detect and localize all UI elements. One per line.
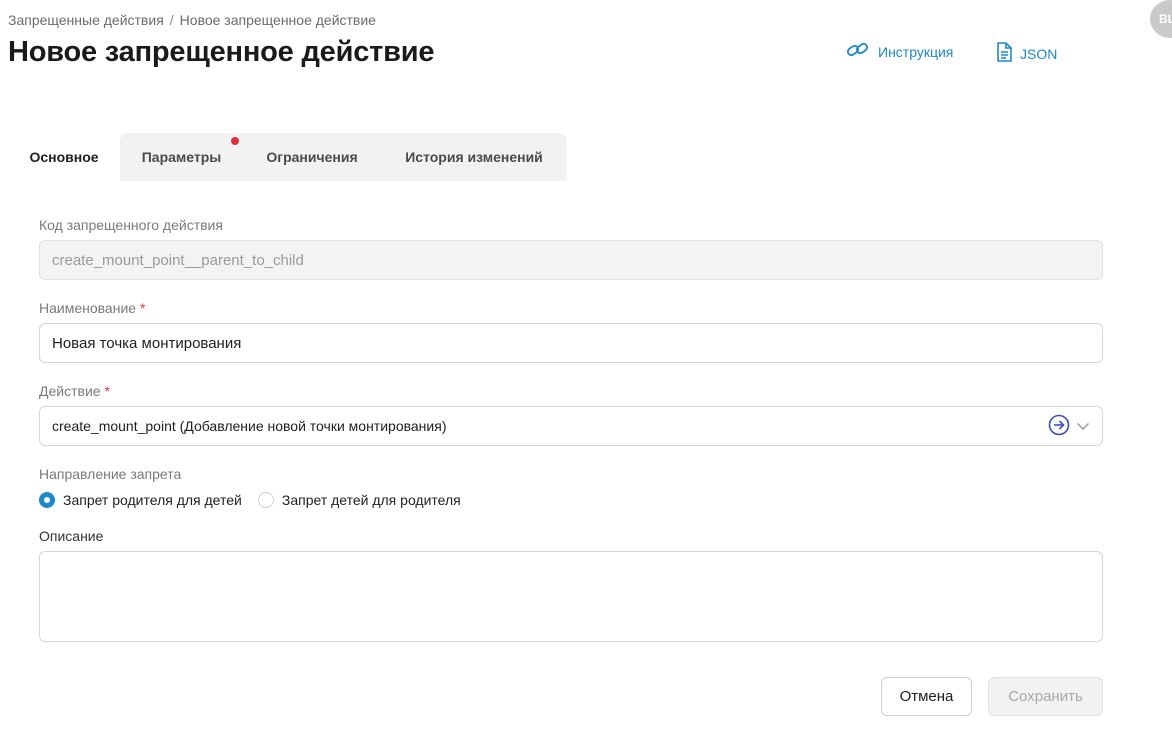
required-mark: * [139, 300, 146, 316]
tab-history[interactable]: История изменений [381, 133, 567, 181]
radio-children-to-parent[interactable]: Запрет детей для родителя [257, 492, 461, 508]
description-textarea[interactable] [39, 551, 1103, 642]
document-icon [996, 42, 1012, 65]
tab-parameters[interactable]: Параметры [120, 133, 243, 181]
name-label: Наименование * [39, 300, 1103, 316]
json-link-label: JSON [1020, 45, 1058, 62]
tab-parameters-label: Параметры [141, 149, 222, 165]
instruction-link[interactable]: Инструкция [846, 42, 953, 61]
chevron-down-icon[interactable] [1076, 418, 1090, 434]
direction-radio-group: Запрет родителя для детей Запрет детей д… [39, 489, 1103, 511]
page-title: Новое запрещенное действие [8, 36, 435, 68]
tab-main[interactable]: Основное [8, 133, 120, 181]
radio-parent-to-children-label: Запрет родителя для детей [63, 492, 242, 508]
name-value: Новая точка монтирования [52, 334, 242, 352]
breadcrumb-separator: / [169, 12, 174, 28]
breadcrumb-parent-link[interactable]: Запрещенные действия [8, 12, 164, 28]
tab-restrictions[interactable]: Ограничения [243, 133, 381, 181]
radio-unchecked-icon [257, 492, 274, 508]
action-select[interactable]: create_mount_point (Добавление новой точ… [39, 406, 1103, 446]
link-icon [846, 42, 870, 61]
arrow-circle-right-icon[interactable] [1048, 414, 1070, 439]
tab-bar: Основное Параметры Ограничения История и… [8, 133, 567, 181]
main-form: Код запрещенного действия create_mount_p… [39, 217, 1103, 642]
code-value: create_mount_point__parent_to_child [52, 251, 304, 269]
action-label-text: Действие [39, 383, 101, 399]
required-mark: * [104, 383, 110, 399]
save-button[interactable]: Сохранить [988, 677, 1103, 716]
name-field[interactable]: Новая точка монтирования [39, 323, 1103, 363]
instruction-link-label: Инструкция [878, 43, 954, 60]
direction-label: Направление запрета [39, 466, 182, 482]
code-label: Код запрещенного действия [39, 217, 223, 233]
breadcrumb: Запрещенные действия / Новое запрещенное… [8, 12, 376, 28]
breadcrumb-current: Новое запрещенное действие [179, 12, 376, 28]
tab-indicator-dot [231, 137, 239, 145]
radio-children-to-parent-label: Запрет детей для родителя [281, 492, 461, 508]
action-value: create_mount_point (Добавление новой точ… [52, 418, 447, 434]
select-icons [1048, 414, 1090, 439]
tab-restrictions-label: Ограничения [266, 149, 358, 165]
name-label-text: Наименование [39, 300, 137, 316]
cancel-button[interactable]: Отмена [881, 677, 972, 716]
radio-parent-to-children[interactable]: Запрет родителя для детей [39, 492, 242, 508]
tab-main-label: Основное [29, 149, 99, 165]
tab-history-label: История изменений [405, 149, 543, 165]
avatar[interactable]: BL [1150, 0, 1172, 38]
json-link[interactable]: JSON [996, 42, 1057, 65]
action-label: Действие * [39, 383, 1103, 399]
code-field: create_mount_point__parent_to_child [39, 240, 1103, 280]
description-label: Описание [39, 528, 104, 544]
avatar-initials: BL [1159, 12, 1172, 26]
radio-checked-icon [39, 492, 55, 508]
